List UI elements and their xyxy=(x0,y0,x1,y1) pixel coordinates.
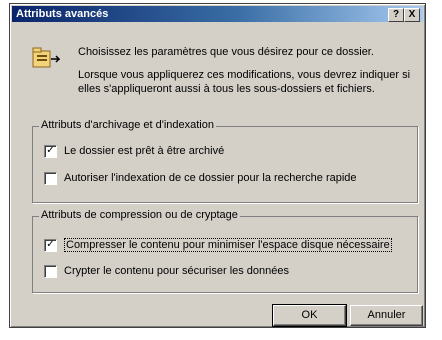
checkbox-label[interactable]: Compresser le contenu pour minimiser l'e… xyxy=(64,238,392,252)
help-button[interactable]: ? xyxy=(388,8,404,22)
compress-encrypt-group: Attributs de compression ou de cryptage … xyxy=(32,209,418,293)
checkbox-label[interactable]: Crypter le contenu pour sécuriser les do… xyxy=(64,265,289,277)
folder-attributes-icon xyxy=(32,47,60,68)
archive-index-group: Attributs d'archivage et d'indexation ✓ … xyxy=(32,119,418,203)
intro-note: Lorsque vous appliquerez ces modificatio… xyxy=(78,69,411,95)
intro-text: Choisissez les paramètres que vous désir… xyxy=(78,46,374,58)
checkbox-box[interactable] xyxy=(44,171,57,185)
checkbox-label[interactable]: Autoriser l'indexation de ce dossier pou… xyxy=(64,172,357,184)
encrypt-checkbox[interactable]: Crypter le contenu pour sécuriser les do… xyxy=(44,263,289,279)
checkbox-box[interactable]: ✓ xyxy=(44,238,57,252)
cancel-button[interactable]: Annuler xyxy=(350,305,423,326)
close-button[interactable]: X xyxy=(404,8,420,22)
archive-ready-checkbox[interactable]: ✓ Le dossier est prêt à être archivé xyxy=(44,143,224,159)
ok-button[interactable]: OK xyxy=(272,304,347,327)
checkbox-box[interactable] xyxy=(44,264,57,278)
allow-indexing-checkbox[interactable]: Autoriser l'indexation de ce dossier pou… xyxy=(44,170,357,186)
compress-checkbox[interactable]: ✓ Compresser le contenu pour minimiser l… xyxy=(44,237,392,253)
checkbox-label[interactable]: Le dossier est prêt à être archivé xyxy=(64,145,224,157)
title-bar[interactable]: Attributs avancés ? X xyxy=(12,6,423,22)
advanced-attributes-dialog: Attributs avancés ? X Choisissez les par… xyxy=(9,3,426,328)
group-title: Attributs d'archivage et d'indexation xyxy=(39,119,216,131)
window-title: Attributs avancés xyxy=(16,8,109,20)
checkbox-box[interactable]: ✓ xyxy=(44,144,57,158)
group-title: Attributs de compression ou de cryptage xyxy=(39,209,240,221)
